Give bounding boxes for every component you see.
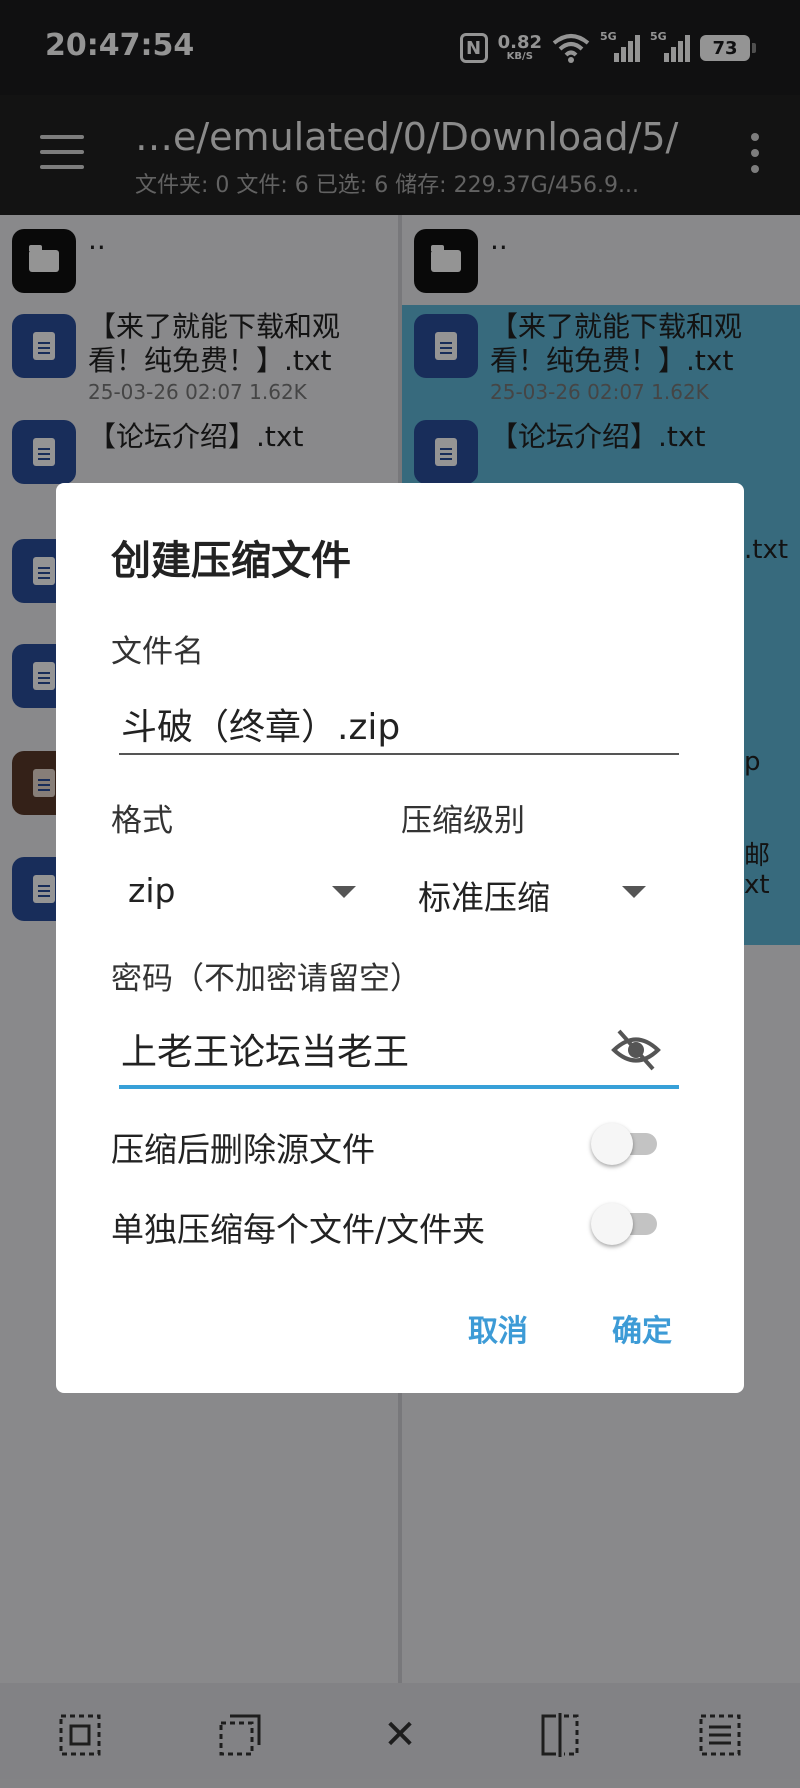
delete-source-label: 压缩后删除源文件 <box>111 1130 375 1169</box>
password-input[interactable]: 上老王论坛当老王 <box>119 1023 679 1098</box>
delete-source-toggle[interactable] <box>591 1121 663 1165</box>
filename-value: 斗破（终章）.zip <box>121 707 401 748</box>
chevron-down-icon[interactable] <box>332 886 356 898</box>
ok-button[interactable]: 确定 <box>612 1306 672 1350</box>
filename-label: 文件名 <box>111 634 204 670</box>
dialog-title: 创建压缩文件 <box>111 538 351 584</box>
compress-separately-label: 单独压缩每个文件/文件夹 <box>111 1210 486 1249</box>
toggle-thumb <box>591 1123 633 1165</box>
eye-off-icon[interactable] <box>611 1027 661 1073</box>
format-label: 格式 <box>111 803 173 839</box>
password-value: 上老王论坛当老王 <box>121 1032 410 1073</box>
compression-level-label: 压缩级别 <box>401 803 525 839</box>
password-label: 密码（不加密请留空） <box>111 961 421 997</box>
filename-input[interactable]: 斗破（终章）.zip <box>119 698 679 768</box>
create-archive-dialog: 创建压缩文件 文件名 斗破（终章）.zip 格式 压缩级别 zip 标准压缩 密… <box>56 483 744 1393</box>
filename-underline <box>119 753 679 755</box>
cancel-button[interactable]: 取消 <box>468 1306 528 1350</box>
password-underline <box>119 1085 679 1089</box>
toggle-thumb <box>591 1203 633 1245</box>
compression-level-value: 标准压缩 <box>418 878 550 917</box>
compress-separately-toggle[interactable] <box>591 1201 663 1245</box>
chevron-down-icon[interactable] <box>622 886 646 898</box>
format-value: zip <box>128 871 176 910</box>
